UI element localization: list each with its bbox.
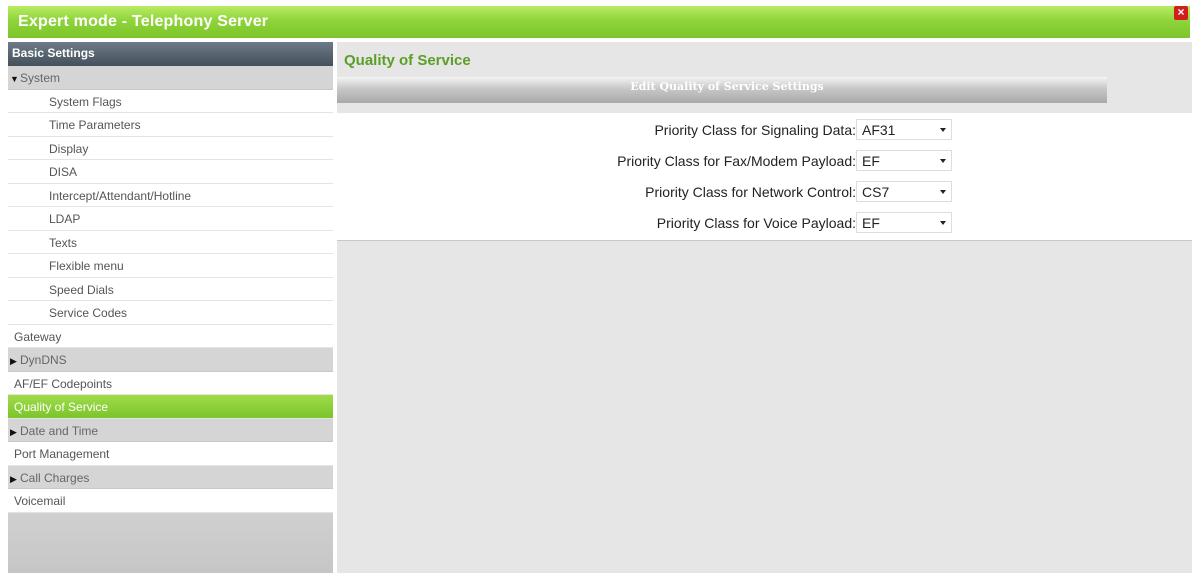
- field-label: Priority Class for Fax/Modem Payload:: [617, 153, 856, 169]
- triangle-right-icon: ▶: [10, 426, 17, 437]
- dropdown-arrow-icon: [940, 128, 946, 132]
- form-row-fax-modem-payload: Priority Class for Fax/Modem Payload: EF: [337, 150, 1192, 172]
- sidebar-item-label: System: [20, 71, 61, 85]
- sidebar-item-label: Flexible menu: [49, 259, 124, 273]
- triangle-down-icon: ▼: [10, 74, 19, 84]
- sidebar-item-time-parameters[interactable]: Time Parameters: [8, 113, 333, 137]
- field-label: Priority Class for Signaling Data:: [654, 122, 856, 138]
- select-value: AF31: [862, 122, 896, 138]
- sidebar-item-label: AF/EF Codepoints: [14, 376, 113, 391]
- sidebar-item-label: LDAP: [49, 212, 81, 226]
- sidebar-item-label: Display: [49, 141, 89, 156]
- main-content: Quality of Service Edit Quality of Servi…: [337, 42, 1192, 573]
- title-bar: Expert mode - Telephony Server ×: [8, 6, 1190, 38]
- sidebar-item-voicemail[interactable]: Voicemail: [8, 489, 333, 513]
- sidebar-item-label: DISA: [49, 165, 78, 179]
- triangle-right-icon: ▶: [10, 473, 17, 484]
- window-title: Expert mode - Telephony Server: [18, 13, 269, 30]
- form-row-signaling-data: Priority Class for Signaling Data: AF31: [337, 119, 1192, 141]
- sidebar-item-label: Time Parameters: [49, 118, 141, 132]
- sidebar-item-dyndns[interactable]: ▶ DynDNS: [8, 348, 333, 372]
- sidebar-item-gateway[interactable]: Gateway: [8, 324, 333, 348]
- sidebar-item-ldap[interactable]: LDAP: [8, 207, 333, 231]
- sidebar-item-system[interactable]: ▼System: [8, 66, 333, 90]
- dropdown-arrow-icon: [940, 159, 946, 163]
- sidebar-item-flexible-menu[interactable]: Flexible menu: [8, 254, 333, 278]
- select-value: EF: [862, 153, 880, 169]
- sidebar-item-label: Service Codes: [49, 306, 128, 320]
- sidebar-item-label: DynDNS: [20, 353, 67, 367]
- signaling-data-priority-select[interactable]: AF31: [856, 119, 952, 140]
- sidebar-item-label: Quality of Service: [14, 400, 109, 414]
- sidebar-item-label: Gateway: [14, 329, 62, 344]
- sidebar-item-label: Intercept/Attendant/Hotline: [49, 188, 192, 203]
- dropdown-arrow-icon: [940, 221, 946, 225]
- sidebar-item-label: Call Charges: [20, 470, 90, 485]
- section-header: Edit Quality of Service Settings: [337, 77, 1107, 103]
- sidebar-header: Basic Settings: [8, 42, 333, 66]
- sidebar: Basic Settings ▼System System Flags Time P…: [8, 42, 333, 573]
- sidebar-item-label: Speed Dials: [49, 282, 114, 297]
- sidebar-item-label: Voicemail: [14, 494, 66, 508]
- sidebar-item-disa[interactable]: DISA: [8, 160, 333, 184]
- sidebar-item-date-and-time[interactable]: ▶ Date and Time: [8, 418, 333, 442]
- form-row-network-control: Priority Class for Network Control: CS7: [337, 181, 1192, 203]
- sidebar-item-af-ef-codepoints[interactable]: AF/EF Codepoints: [8, 371, 333, 395]
- sidebar-item-speed-dials[interactable]: Speed Dials: [8, 277, 333, 301]
- voice-payload-priority-select[interactable]: EF: [856, 212, 952, 233]
- sidebar-item-texts[interactable]: Texts: [8, 230, 333, 254]
- app-window: Expert mode - Telephony Server × Basic S…: [0, 0, 1192, 573]
- sidebar-item-call-charges[interactable]: ▶ Call Charges: [8, 465, 333, 489]
- fax-modem-payload-priority-select[interactable]: EF: [856, 150, 952, 171]
- sidebar-item-label: Texts: [49, 235, 78, 250]
- form-row-voice-payload: Priority Class for Voice Payload: EF: [337, 212, 1192, 234]
- triangle-right-icon: ▶: [10, 356, 17, 366]
- sidebar-item-label: Port Management: [14, 447, 110, 461]
- sidebar-nav: ▼System System Flags Time Parameters Displa…: [8, 66, 333, 513]
- field-label: Priority Class for Voice Payload:: [656, 215, 856, 231]
- network-control-priority-select[interactable]: CS7: [856, 181, 952, 202]
- field-label: Priority Class for Network Control:: [645, 184, 856, 200]
- close-button[interactable]: ×: [1174, 6, 1188, 20]
- page-title: Quality of Service: [344, 52, 471, 69]
- sidebar-item-service-codes[interactable]: Service Codes: [8, 301, 333, 325]
- select-value: CS7: [862, 184, 890, 200]
- sidebar-item-system-flags[interactable]: System Flags: [8, 89, 333, 113]
- sidebar-item-display[interactable]: Display: [8, 136, 333, 160]
- sidebar-item-label: System Flags: [49, 94, 122, 109]
- dropdown-arrow-icon: [940, 190, 946, 194]
- sidebar-item-port-management[interactable]: Port Management: [8, 442, 333, 466]
- sidebar-item-label: Date and Time: [20, 423, 99, 438]
- select-value: EF: [862, 215, 880, 231]
- sidebar-item-intercept-attendant-hotline[interactable]: Intercept/Attendant/Hotline: [8, 183, 333, 207]
- qos-settings-form: Priority Class for Signaling Data: AF31 …: [337, 113, 1192, 241]
- sidebar-item-quality-of-service[interactable]: Quality of Service: [8, 395, 333, 419]
